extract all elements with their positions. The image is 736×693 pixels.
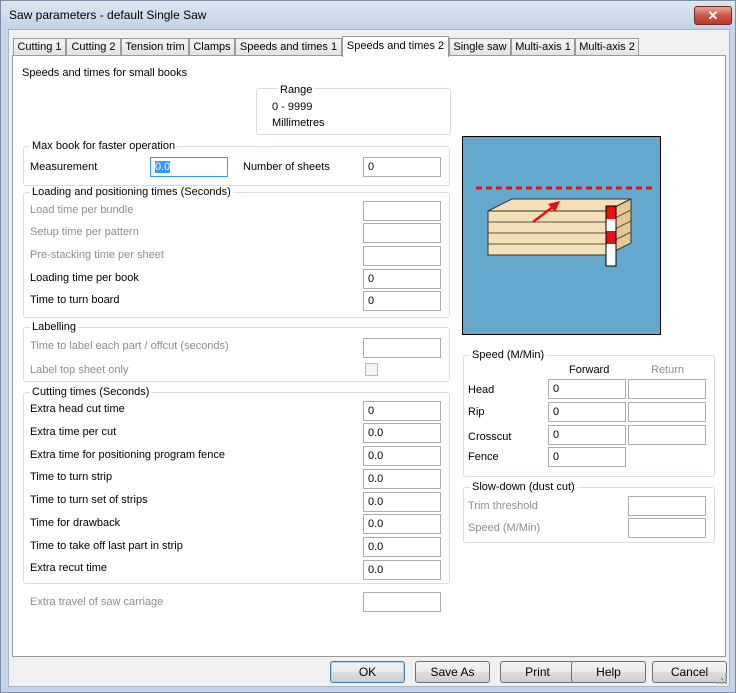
- tab-multi-axis-1[interactable]: Multi-axis 1: [511, 38, 575, 55]
- save-as-button[interactable]: Save As: [415, 661, 490, 683]
- trim-threshold-label: Trim threshold: [468, 500, 538, 512]
- tab-multi-axis-2[interactable]: Multi-axis 2: [575, 38, 639, 55]
- tab-cutting-1[interactable]: Cutting 1: [13, 38, 66, 55]
- close-button[interactable]: ✕: [694, 6, 732, 25]
- trim-threshold-input[interactable]: [628, 496, 706, 516]
- loading-time-per-book-label: Loading time per book: [30, 272, 139, 284]
- range-title: Range: [278, 84, 315, 96]
- tab-clamps[interactable]: Clamps: [189, 38, 235, 55]
- max-book-title: Max book for faster operation: [30, 140, 178, 152]
- time-to-turn-board-label: Time to turn board: [30, 294, 120, 306]
- help-button[interactable]: Help: [571, 661, 646, 683]
- rip-speed-label: Rip: [468, 406, 485, 418]
- extra-time-per-cut-label: Extra time per cut: [30, 426, 117, 438]
- slow-down-title: Slow-down (dust cut): [470, 481, 577, 493]
- positioning-fence-time-label: Extra time for positioning program fence: [30, 449, 226, 461]
- label-each-part-label: Time to label each part / offcut (second…: [30, 340, 229, 352]
- measuring-stick: [605, 205, 617, 267]
- time-to-turn-strip-input[interactable]: 0.0: [363, 469, 441, 489]
- forward-column-label: Forward: [569, 364, 610, 376]
- label-each-part-input[interactable]: [363, 338, 441, 358]
- dialog-window: Saw parameters - default Single Saw ✕ Cu…: [0, 0, 736, 693]
- pre-stacking-time-input[interactable]: [363, 246, 441, 266]
- extra-time-per-cut-input[interactable]: 0.0: [363, 423, 441, 443]
- close-icon: ✕: [707, 8, 719, 23]
- tab-speeds-and-times-1[interactable]: Speeds and times 1: [235, 38, 342, 55]
- speed-title: Speed (M/Min): [470, 349, 547, 361]
- cutting-times-title: Cutting times (Seconds): [30, 386, 152, 398]
- range-units: Millimetres: [272, 117, 325, 129]
- rip-forward-input[interactable]: 0: [548, 402, 626, 422]
- label-top-sheet-label: Label top sheet only: [30, 364, 129, 376]
- head-return-input[interactable]: [628, 379, 706, 399]
- page-heading: Speeds and times for small books: [22, 67, 188, 79]
- measurement-label: Measurement: [30, 161, 98, 173]
- take-off-last-part-input[interactable]: 0.0: [363, 537, 441, 557]
- fence-speed-label: Fence: [468, 451, 499, 463]
- tab-single-saw[interactable]: Single saw: [449, 38, 511, 55]
- crosscut-forward-input[interactable]: 0: [548, 425, 626, 445]
- window-title: Saw parameters - default Single Saw: [9, 8, 207, 22]
- title-bar[interactable]: Saw parameters - default Single Saw ✕: [1, 1, 735, 29]
- extra-travel-input[interactable]: [363, 592, 441, 612]
- pre-stacking-time-label: Pre-stacking time per sheet: [30, 249, 164, 261]
- crosscut-speed-label: Crosscut: [468, 431, 512, 443]
- time-to-turn-strip-label: Time to turn strip: [30, 471, 113, 483]
- range-values: 0 - 9999: [272, 101, 313, 113]
- setup-time-label: Setup time per pattern: [30, 226, 139, 238]
- slow-down-speed-input[interactable]: [628, 518, 706, 538]
- crosscut-return-input[interactable]: [628, 425, 706, 445]
- head-speed-label: Head: [468, 384, 495, 396]
- load-time-per-bundle-input[interactable]: [363, 201, 441, 221]
- return-column-label: Return: [651, 364, 685, 376]
- load-time-per-bundle-label: Load time per bundle: [30, 204, 134, 216]
- number-of-sheets-label: Number of sheets: [243, 161, 330, 173]
- tab-speeds-and-times-2[interactable]: Speeds and times 2: [342, 36, 449, 57]
- time-to-turn-set-label: Time to turn set of strips: [30, 494, 148, 506]
- slow-down-speed-label: Speed (M/Min): [468, 522, 541, 534]
- tab-tension-trim[interactable]: Tension trim: [121, 38, 189, 55]
- extra-head-cut-time-label: Extra head cut time: [30, 403, 125, 415]
- range-box: Range 0 - 9999 Millimetres: [256, 84, 451, 135]
- head-forward-input[interactable]: 0: [548, 379, 626, 399]
- print-button[interactable]: Print: [500, 661, 575, 683]
- extra-recut-time-input[interactable]: 0.0: [363, 560, 441, 580]
- measurement-input[interactable]: 0.0: [150, 157, 228, 177]
- label-top-sheet-checkbox[interactable]: [365, 363, 378, 376]
- take-off-last-part-label: Time to take off last part in strip: [30, 540, 183, 552]
- positioning-fence-time-input[interactable]: 0.0: [363, 446, 441, 466]
- loading-time-per-book-input[interactable]: 0: [363, 269, 441, 289]
- time-for-drawback-input[interactable]: 0.0: [363, 514, 441, 534]
- time-to-turn-set-input[interactable]: 0.0: [363, 492, 441, 512]
- tab-cutting-2[interactable]: Cutting 2: [66, 38, 121, 55]
- saw-illustration: [462, 136, 661, 335]
- rip-return-input[interactable]: [628, 402, 706, 422]
- number-of-sheets-input[interactable]: 0: [363, 157, 441, 177]
- time-for-drawback-label: Time for drawback: [30, 517, 121, 529]
- dialog-client: Cutting 1 Cutting 2 Tension trim Clamps …: [8, 29, 730, 687]
- loading-title: Loading and positioning times (Seconds): [30, 186, 233, 198]
- ok-button[interactable]: OK: [330, 661, 405, 683]
- fence-forward-input[interactable]: 0: [548, 447, 626, 467]
- tab-page: Speeds and times for small books Range 0…: [12, 55, 726, 657]
- resize-grip-icon[interactable]: [716, 673, 728, 685]
- extra-travel-label: Extra travel of saw carriage: [30, 596, 164, 608]
- time-to-turn-board-input[interactable]: 0: [363, 291, 441, 311]
- extra-recut-time-label: Extra recut time: [30, 562, 108, 574]
- extra-head-cut-time-input[interactable]: 0: [363, 401, 441, 421]
- labelling-title: Labelling: [30, 321, 79, 333]
- setup-time-input[interactable]: [363, 223, 441, 243]
